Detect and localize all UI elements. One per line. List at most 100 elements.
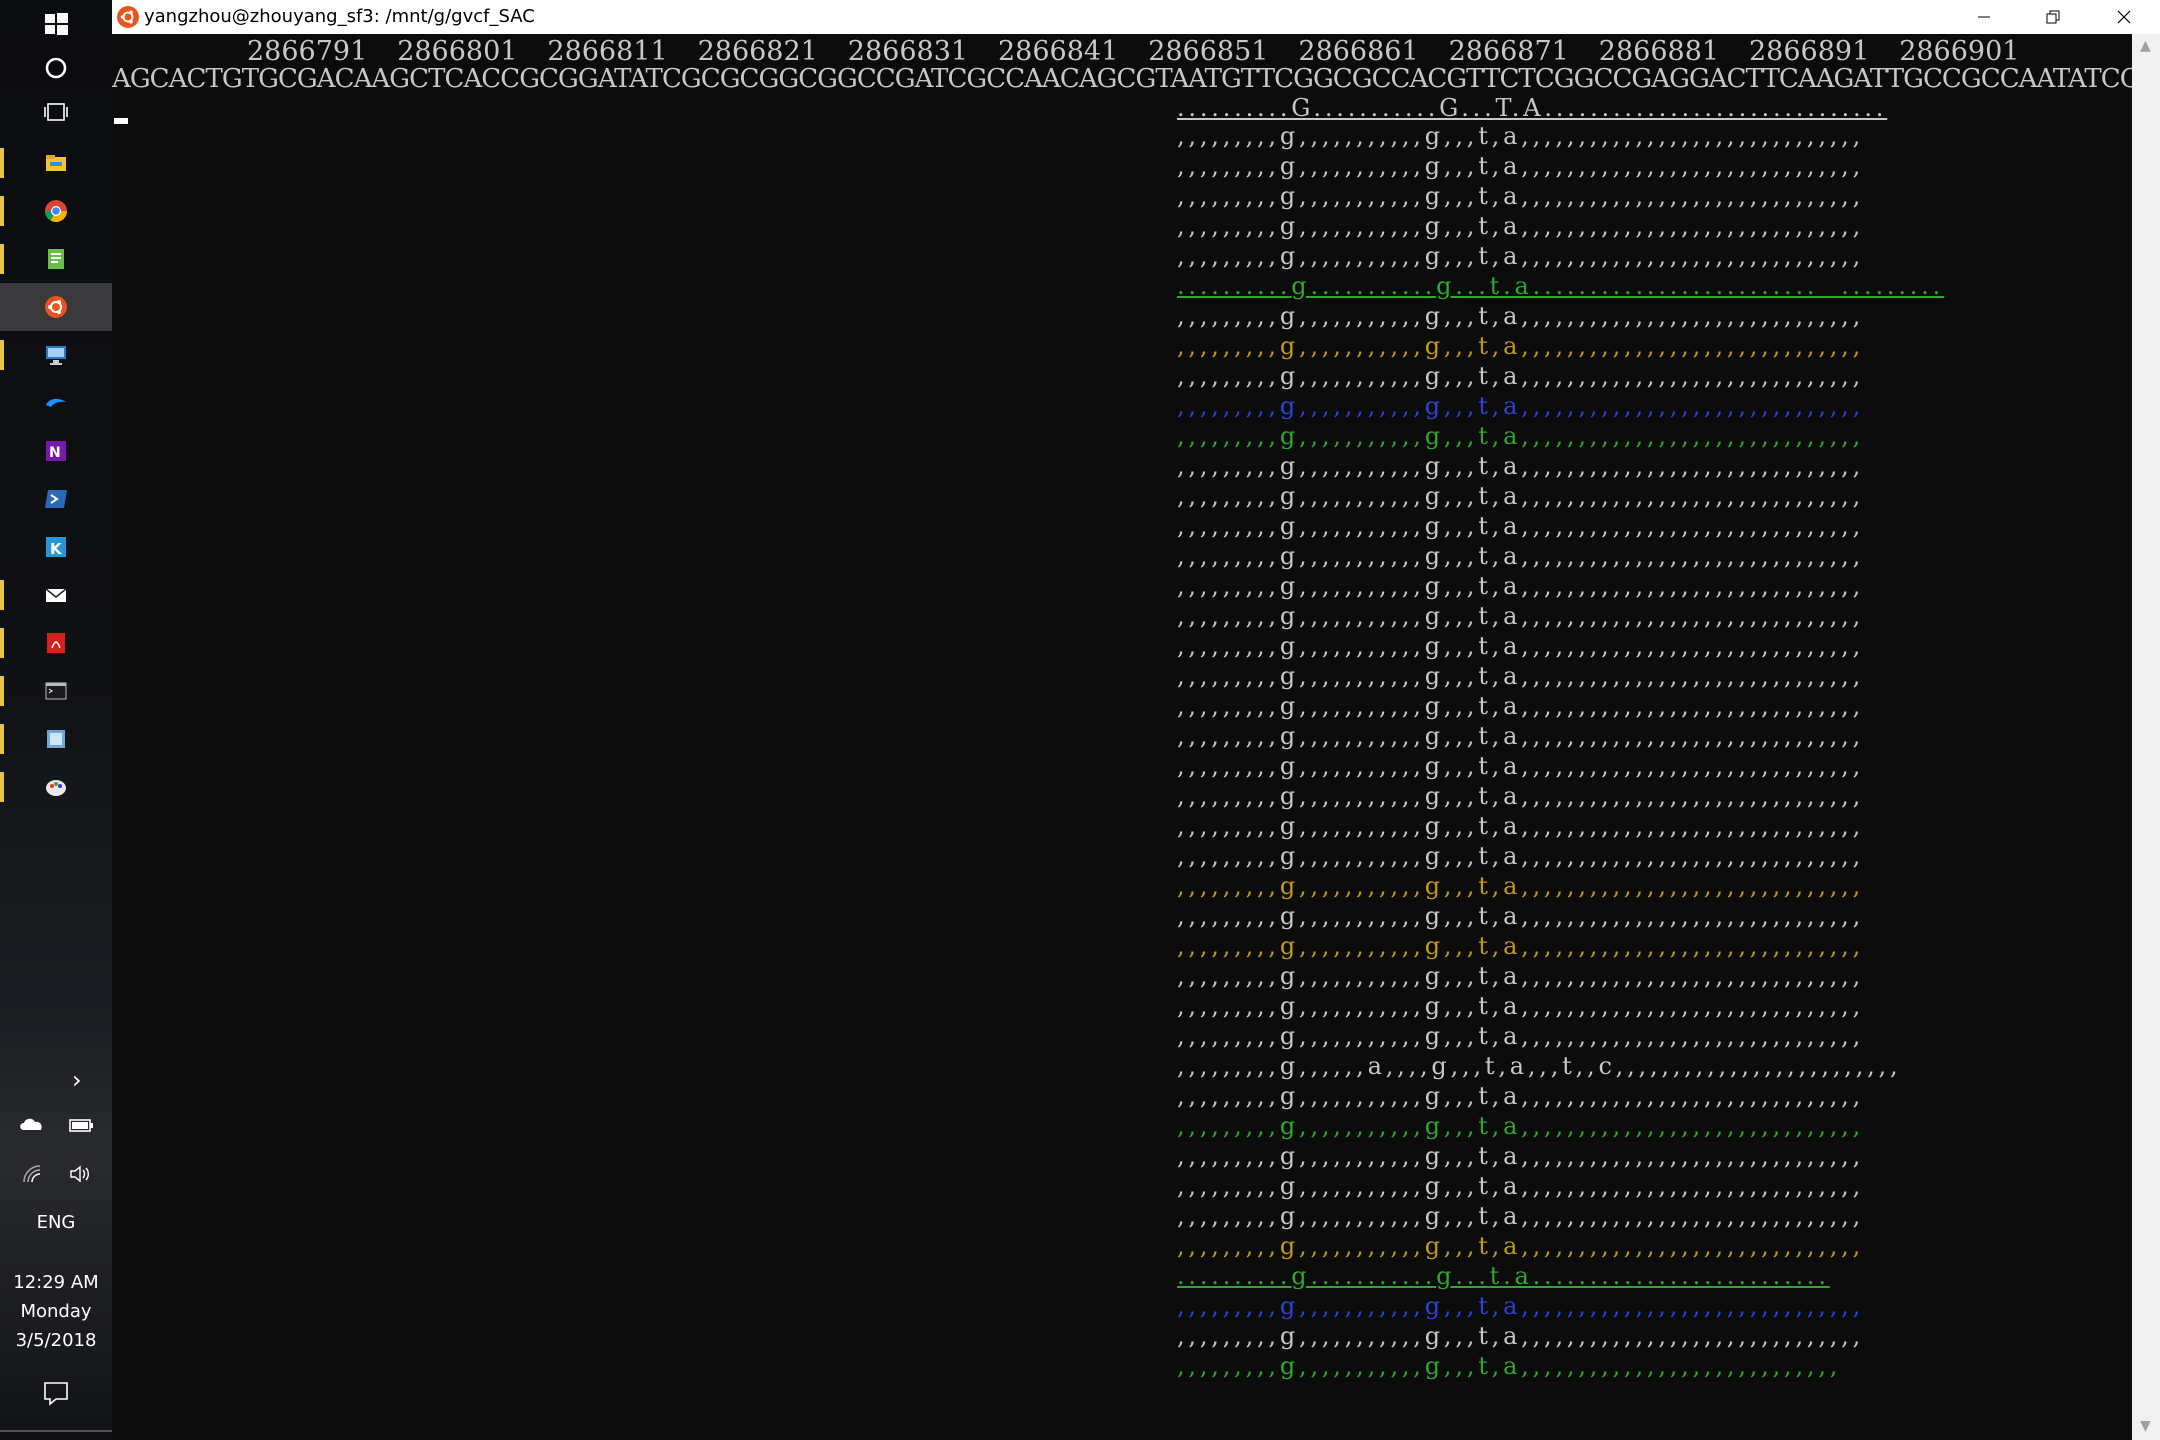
- reference-sequence: AGCACTGTGCGACAAGCTCACCGCGGATATCGCGCGGCGG…: [112, 64, 2132, 94]
- terminal-cursor: [114, 118, 128, 124]
- read-line: ,,,,,,,,,g,,,,,,,,,,,g,,,t,a,,,,,,,,,,,,…: [1177, 302, 1865, 330]
- read-line: ,,,,,,,,,g,,,,,,,,,,,g,,,t,a,,,,,,,,,,,,…: [1177, 512, 1865, 540]
- cortana-icon[interactable]: [0, 44, 112, 92]
- task-view-icon[interactable]: [0, 88, 112, 136]
- terminal-icon[interactable]: [0, 667, 112, 715]
- read-line: ,,,,,,,,,g,,,,,,,,,,,g,,,t,a,,,,,,,,,,,,…: [1177, 542, 1865, 570]
- read-line: ,,,,,,,,,g,,,,,,,,,,,g,,,t,a,,,,,,,,,,,,…: [1177, 752, 1865, 780]
- read-line: ,,,,,,,,,g,,,,,,,,,,,g,,,t,a,,,,,,,,,,,,…: [1177, 992, 1865, 1020]
- read-line: ,,,,,,,,,g,,,,,,,,,,,g,,,t,a,,,,,,,,,,,,…: [1177, 1232, 1865, 1260]
- taskbar: N K › ENG 12:29 AM Monday 3/5/2018: [0, 0, 112, 1440]
- read-line: ,,,,,,,,,g,,,,,,,,,,,g,,,t,a,,,,,,,,,,,,…: [1177, 1022, 1865, 1050]
- edge-icon[interactable]: [0, 379, 112, 427]
- read-line: ,,,,,,,,,g,,,,,,,,,,,g,,,t,a,,,,,,,,,,,,…: [1177, 242, 1865, 270]
- close-button[interactable]: [2090, 0, 2158, 34]
- read-line: ,,,,,,,,,g,,,,,,,,,,,g,,,t,a,,,,,,,,,,,,…: [1177, 842, 1865, 870]
- battery-icon[interactable]: [68, 1116, 94, 1138]
- read-line: ,,,,,,,,,g,,,,,,,,,,,g,,,t,a,,,,,,,,,,,,…: [1177, 722, 1865, 750]
- clock-day: Monday: [20, 1301, 92, 1322]
- minimize-icon: [1978, 16, 1990, 18]
- genome-position-label: 2866791: [247, 36, 368, 67]
- scroll-down-icon[interactable]: ▼: [2140, 1418, 2151, 1434]
- genome-position-label: 2866801: [397, 36, 518, 67]
- wifi-icon[interactable]: [22, 1164, 46, 1188]
- read-line: ,,,,,,,,,g,,,,,,,,,,,g,,,t,a,,,,,,,,,,,,…: [1177, 1322, 1865, 1350]
- read-line: ,,,,,,,,,g,,,,,,,,,,,g,,,t,a,,,,,,,,,,,,…: [1177, 632, 1865, 660]
- terminal-content[interactable]: 2866791 2866801 2866811 2866821 2866831 28668…: [112, 34, 2132, 1440]
- clock-date: 3/5/2018: [15, 1330, 97, 1351]
- read-line: ,,,,,,,,,g,,,,,,,,,,,g,,,t,a,,,,,,,,,,,,…: [1177, 1292, 1865, 1320]
- read-line: ,,,,,,,,,g,,,,,,,,,,,g,,,t,a,,,,,,,,,,,,…: [1177, 152, 1865, 180]
- restore-button[interactable]: [2019, 0, 2087, 34]
- onenote-icon[interactable]: N: [0, 427, 112, 475]
- genome-position-label: 2866811: [547, 36, 668, 67]
- read-line: ,,,,,,,,,g,,,,,,,,,,,g,,,t,a,,,,,,,,,,,,…: [1177, 962, 1865, 990]
- read-line: ,,,,,,,,,g,,,,,,,,,,,g,,,t,a,,,,,,,,,,,,…: [1177, 122, 1865, 150]
- read-line: ,,,,,,,,,g,,,,,,,,,,,g,,,t,a,,,,,,,,,,,,…: [1177, 1202, 1865, 1230]
- read-line: ,,,,,,,,,g,,,,,,,,,,,g,,,t,a,,,,,,,,,,,,…: [1177, 602, 1865, 630]
- chrome-icon[interactable]: [0, 187, 112, 235]
- image-viewer-icon[interactable]: [0, 715, 112, 763]
- read-line: ,,,,,,,,,g,,,,,,,,,,,g,,,t,a,,,,,,,,,,,,…: [1177, 212, 1865, 240]
- genome-position-label: 2866831: [847, 36, 969, 67]
- read-line: ,,,,,,,,,g,,,,,,,,,,,g,,,t,a,,,,,,,,,,,,…: [1177, 1112, 1865, 1140]
- read-line: ..........g...........g...t.a...........…: [1177, 1262, 1830, 1290]
- read-line: ,,,,,,,,,g,,,,,,,,,,,g,,,t,a,,,,,,,,,,,,…: [1177, 902, 1865, 930]
- remote-desktop-icon[interactable]: [0, 331, 112, 379]
- read-line: ,,,,,,,,,g,,,,,,,,,,,g,,,t,a,,,,,,,,,,,,…: [1177, 362, 1865, 390]
- read-line: ,,,,,,,,,g,,,,,,a,,,,g,,,t,a,,,t,,c,,,,,…: [1177, 1052, 1902, 1080]
- acrobat-icon[interactable]: [0, 619, 112, 667]
- clock[interactable]: 12:29 AM Monday 3/5/2018: [0, 1268, 112, 1355]
- read-line: ..........g...........g...t.a...........…: [1177, 272, 1945, 300]
- scroll-up-icon[interactable]: ▲: [2140, 38, 2151, 54]
- read-line: ,,,,,,,,,g,,,,,,,,,,,g,,,t,a,,,,,,,,,,,,…: [1177, 422, 1865, 450]
- volume-icon[interactable]: [68, 1164, 92, 1188]
- read-line: ,,,,,,,,,g,,,,,,,,,,,g,,,t,a,,,,,,,,,,,,…: [1177, 932, 1865, 960]
- notepad-icon[interactable]: [0, 235, 112, 283]
- window-title: yangzhou@zhouyang_sf3: /mnt/g/gvcf_SAC: [144, 6, 535, 27]
- genome-position-label: 2866901: [1899, 36, 2020, 67]
- read-line: ,,,,,,,,,g,,,,,,,,,,,g,,,t,a,,,,,,,,,,,,…: [1177, 692, 1865, 720]
- read-line: ,,,,,,,,,g,,,,,,,,,,,g,,,t,a,,,,,,,,,,,,…: [1177, 1172, 1865, 1200]
- genome-position-label: 2866821: [697, 36, 818, 67]
- restore-icon: [2046, 10, 2060, 24]
- close-icon: [2117, 10, 2131, 24]
- ubuntu-icon: [116, 5, 140, 29]
- file-explorer-icon[interactable]: [0, 139, 112, 187]
- paint-icon[interactable]: [0, 763, 112, 811]
- genome-position-label: 2866881: [1598, 36, 1720, 67]
- genome-position-label: 2866861: [1298, 36, 1419, 67]
- action-center-icon[interactable]: [42, 1380, 70, 1410]
- genome-position-label: 2866891: [1749, 36, 1870, 67]
- powershell-icon[interactable]: [0, 475, 112, 523]
- mail-icon[interactable]: [0, 571, 112, 619]
- show-hidden-icons-chevron[interactable]: ›: [72, 1066, 82, 1094]
- read-line: ,,,,,,,,,g,,,,,,,,,,,g,,,t,a,,,,,,,,,,,,…: [1177, 572, 1865, 600]
- ubuntu-icon[interactable]: [0, 283, 112, 331]
- app-icon[interactable]: K: [0, 523, 112, 571]
- read-line: ,,,,,,,,,g,,,,,,,,,,,g,,,t,a,,,,,,,,,,,,…: [1177, 1352, 1842, 1380]
- window-titlebar[interactable]: yangzhou@zhouyang_sf3: /mnt/g/gvcf_SAC: [112, 0, 2160, 35]
- read-line: ,,,,,,,,,g,,,,,,,,,,,g,,,t,a,,,,,,,,,,,,…: [1177, 182, 1865, 210]
- minimize-button[interactable]: [1950, 0, 2018, 34]
- read-line: ,,,,,,,,,g,,,,,,,,,,,g,,,t,a,,,,,,,,,,,,…: [1177, 782, 1865, 810]
- genome-position-label: 2866871: [1448, 36, 1569, 67]
- windows-start-icon[interactable]: [0, 0, 112, 48]
- clock-time: 12:29 AM: [13, 1272, 99, 1293]
- read-line: ,,,,,,,,,g,,,,,,,,,,,g,,,t,a,,,,,,,,,,,,…: [1177, 1082, 1865, 1110]
- read-line: ,,,,,,,,,g,,,,,,,,,,,g,,,t,a,,,,,,,,,,,,…: [1177, 392, 1865, 420]
- onedrive-icon[interactable]: [18, 1114, 46, 1138]
- read-line: ,,,,,,,,,g,,,,,,,,,,,g,,,t,a,,,,,,,,,,,,…: [1177, 332, 1865, 360]
- svg-text:N: N: [49, 445, 61, 461]
- read-line: ,,,,,,,,,g,,,,,,,,,,,g,,,t,a,,,,,,,,,,,,…: [1177, 872, 1865, 900]
- genome-position-label: 2866851: [1148, 36, 1269, 67]
- vertical-scrollbar[interactable]: ▲ ▼: [2132, 34, 2160, 1440]
- taskbar-divider: [0, 1430, 112, 1432]
- read-line: ,,,,,,,,,g,,,,,,,,,,,g,,,t,a,,,,,,,,,,,,…: [1177, 452, 1865, 480]
- consensus-line: ..........G...........G...T.A...........…: [1177, 94, 1888, 122]
- read-line: ,,,,,,,,,g,,,,,,,,,,,g,,,t,a,,,,,,,,,,,,…: [1177, 662, 1865, 690]
- svg-text:K: K: [50, 540, 63, 558]
- input-language[interactable]: ENG: [0, 1212, 112, 1233]
- read-line: ,,,,,,,,,g,,,,,,,,,,,g,,,t,a,,,,,,,,,,,,…: [1177, 812, 1865, 840]
- read-line: ,,,,,,,,,g,,,,,,,,,,,g,,,t,a,,,,,,,,,,,,…: [1177, 482, 1865, 510]
